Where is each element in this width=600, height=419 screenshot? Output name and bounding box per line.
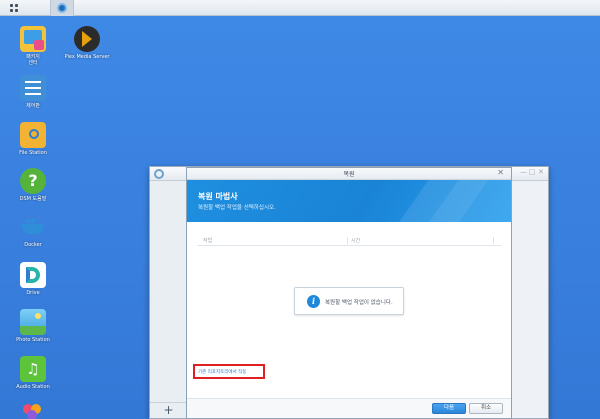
minimize-icon[interactable]: —: [520, 168, 527, 176]
info-icon: i: [307, 295, 320, 308]
add-task-button[interactable]: +: [150, 402, 187, 418]
wizard-banner: 복원 마법사 복원할 백업 작업을 선택하십시오.: [187, 180, 511, 222]
desktop-icon-label: Photo Station: [16, 337, 50, 343]
column-header-time[interactable]: 시간: [351, 237, 360, 244]
desktop-icon-control-panel[interactable]: 제어판: [8, 75, 58, 109]
empty-state-message: i 복원할 백업 작업이 없습니다.: [294, 287, 404, 315]
dialog-title: 복원: [343, 171, 355, 178]
restore-from-existing-repository-link[interactable]: 기존 리포지토리에서 작동: [193, 364, 265, 379]
help-icon: ?: [20, 168, 46, 194]
main-menu-button[interactable]: [0, 0, 28, 16]
hyper-backup-icon: [154, 169, 164, 179]
dialog-titlebar[interactable]: 복원 ✕: [187, 168, 511, 180]
desktop-icon-photo-station[interactable]: Photo Station: [8, 309, 58, 343]
taskbar: [0, 0, 600, 16]
desktop-icon-plex[interactable]: Plex Media Server: [62, 26, 112, 60]
wizard-subtitle: 복원할 백업 작업을 선택하십시오.: [198, 205, 276, 211]
desktop-icon-label: Audio Station: [16, 384, 50, 390]
next-button[interactable]: 다음: [432, 403, 466, 414]
desktop-icon-label: File Station: [19, 150, 47, 156]
desktop-icon-photos[interactable]: [8, 402, 58, 419]
desktop-icon-label: Docker: [24, 242, 42, 248]
maximize-icon[interactable]: □: [529, 168, 536, 176]
column-header-task[interactable]: 작업: [203, 237, 212, 244]
taskbar-hyper-backup-button[interactable]: [50, 0, 74, 16]
link-label: 기존 리포지토리에서 작동: [198, 370, 247, 375]
restore-wizard-dialog: 복원 ✕ 복원 마법사 복원할 백업 작업을 선택하십시오. 작업 시간 i 복…: [186, 167, 512, 419]
hyper-backup-icon: [57, 3, 67, 13]
desktop-icon-docker[interactable]: Docker: [8, 214, 58, 248]
desktop-icon-label: Drive: [26, 290, 40, 296]
desktop-icon-label: Plex Media Server: [64, 54, 110, 60]
plex-icon: [74, 26, 100, 52]
desktop-icon-file-station[interactable]: File Station: [8, 122, 58, 156]
photos-icon: [20, 402, 46, 419]
desktop-icon-drive[interactable]: Drive: [8, 262, 58, 296]
file-station-icon: [20, 122, 46, 148]
drive-icon: [20, 262, 46, 288]
audio-station-icon: ♫: [20, 356, 46, 382]
docker-icon: [20, 214, 46, 240]
desktop-icon-label: 제어판: [26, 103, 40, 109]
desktop-icon-label: 패키지 센터: [26, 54, 40, 66]
close-icon[interactable]: ✕: [538, 168, 544, 176]
desktop-icon-label: DSM 도움말: [19, 196, 47, 202]
control-panel-icon: [20, 75, 46, 101]
photo-station-icon: [20, 309, 46, 335]
desktop-icon-package-center[interactable]: 패키지 센터: [8, 26, 58, 66]
empty-state-text: 복원할 백업 작업이 없습니다.: [325, 300, 393, 306]
table-header: 작업 시간: [197, 236, 501, 246]
backup-task-sidebar: +: [150, 181, 188, 418]
dialog-footer: 다음 취소: [187, 398, 511, 418]
desktop-icon-dsm-help[interactable]: ? DSM 도움말: [8, 168, 58, 202]
desktop-icon-audio-station[interactable]: ♫ Audio Station: [8, 356, 58, 390]
close-icon[interactable]: ✕: [497, 168, 504, 177]
package-center-icon: [20, 26, 46, 52]
cancel-button[interactable]: 취소: [469, 403, 503, 414]
grid-icon: [10, 4, 18, 12]
wizard-title: 복원 마법사: [198, 192, 238, 201]
